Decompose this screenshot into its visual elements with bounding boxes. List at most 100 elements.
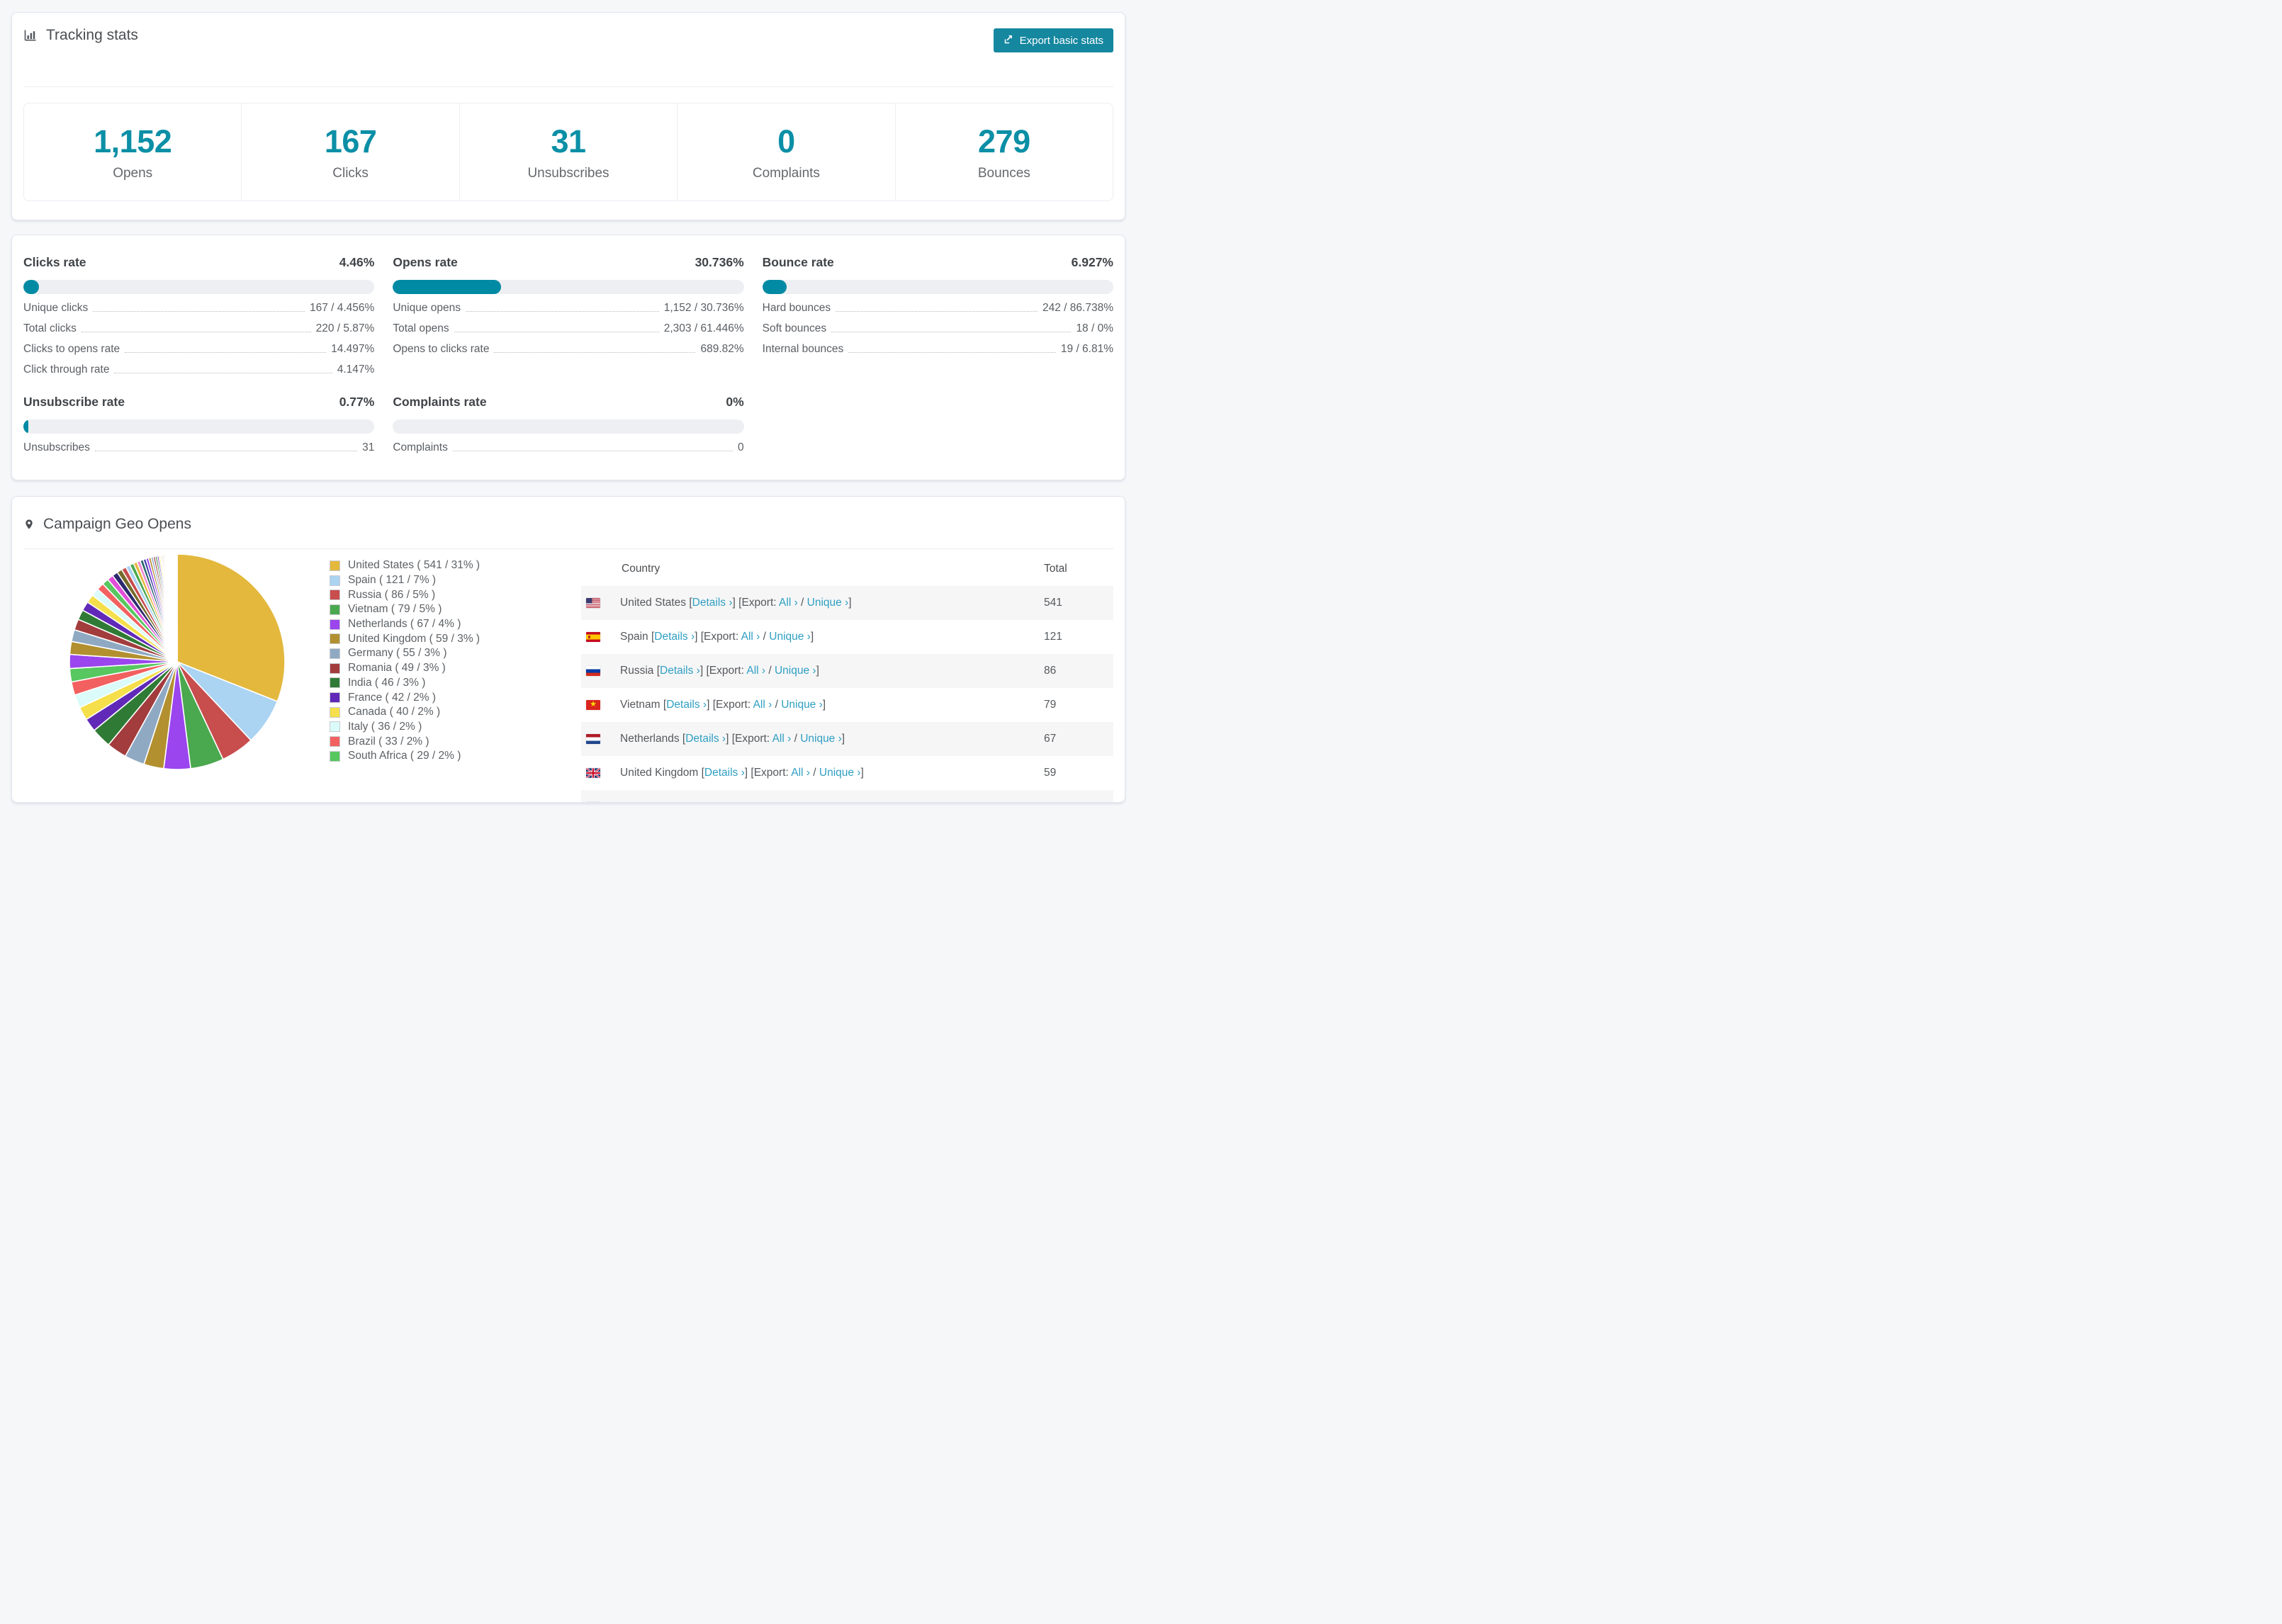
summary-stat-unsubscribes: 31 Unsubscribes xyxy=(459,103,677,201)
rate-detail-value: 31 xyxy=(362,441,375,453)
legend-item-romania: Romania ( 49 / 3% ) xyxy=(330,661,581,676)
rate-detail-row: Unsubscribes 31 xyxy=(23,441,374,454)
export-unique-link[interactable]: Unique › xyxy=(800,733,842,745)
complaints-rate-rows: Complaints 0 xyxy=(393,441,743,454)
legend-label: United Kingdom ( 59 / 3% ) xyxy=(348,632,480,645)
export-unique-link[interactable]: Unique › xyxy=(775,665,816,677)
export-all-link[interactable]: All › xyxy=(779,597,798,609)
country-cell-text: Vietnam [Details ›] [Export: All › / Uni… xyxy=(620,699,826,711)
geo-table-row: Netherlands [Details ›] [Export: All › /… xyxy=(581,722,1113,756)
geo-table-row: United Kingdom [Details ›] [Export: All … xyxy=(581,756,1113,790)
rate-detail-value: 689.82% xyxy=(700,343,744,355)
rates-card: Clicks rate 4.46% Unique clicks 167 / 4.456… xyxy=(11,235,1125,480)
rate-progress-track xyxy=(393,280,744,294)
details-link[interactable]: Details › xyxy=(685,733,726,745)
complaints-rate-section: Complaints rate 0% Complaints 0 xyxy=(393,395,744,454)
dotted-leader xyxy=(466,311,659,312)
export-all-link[interactable]: All › xyxy=(772,733,792,745)
geo-table-total-cell: 79 xyxy=(1044,699,1057,711)
geo-table-row: ★ Vietnam [Details ›] [Export: All › / Un… xyxy=(581,688,1113,722)
geo-opens-title: Campaign Geo Opens xyxy=(23,516,191,533)
export-unique-link[interactable]: Unique › xyxy=(807,597,849,609)
tracking-stats-card: Tracking stats Export basic stats 1,152 O… xyxy=(11,12,1125,220)
rate-detail-label: Total opens xyxy=(393,322,449,334)
rate-detail-value: 2,303 / 61.446% xyxy=(663,322,744,334)
rate-title: Opens rate xyxy=(393,255,458,269)
legend-item-united-states: United States ( 541 / 31% ) xyxy=(330,558,581,573)
slash: / xyxy=(765,665,775,677)
legend-item-spain: Spain ( 121 / 7% ) xyxy=(330,573,581,588)
rate-detail-label: Hard bounces xyxy=(762,302,831,314)
export-all-link[interactable]: All › xyxy=(741,631,760,643)
rates-grid: Clicks rate 4.46% Unique clicks 167 / 4.456… xyxy=(23,255,1113,454)
dashboard-page: Tracking stats Export basic stats 1,152 O… xyxy=(0,0,1141,803)
slash: / xyxy=(772,699,782,711)
summary-stat-value: 167 xyxy=(324,123,377,159)
bracket: ] xyxy=(816,665,819,677)
country-name: United Kingdom xyxy=(620,767,702,779)
geo-table-total-cell: 86 xyxy=(1044,665,1057,677)
rate-detail-row: Complaints 0 xyxy=(393,441,743,454)
rate-detail-label: Clicks to opens rate xyxy=(23,343,120,355)
country-cell-text: United Kingdom [Details ›] [Export: All … xyxy=(620,767,864,779)
legend-item-india: India ( 46 / 3% ) xyxy=(330,676,581,691)
export-basic-stats-button[interactable]: Export basic stats xyxy=(993,28,1113,52)
summary-stat-label: Clicks xyxy=(332,165,369,181)
summary-stat-clicks: 167 Clicks xyxy=(241,103,459,201)
summary-stat-bounces: 279 Bounces xyxy=(894,103,1113,201)
opens-rate-head: Opens rate 30.736% xyxy=(393,255,743,270)
export-all-link[interactable]: All › xyxy=(746,665,765,677)
legend-item-netherlands: Netherlands ( 67 / 4% ) xyxy=(330,617,581,632)
dotted-leader xyxy=(848,352,1056,353)
summary-stat-label: Unsubscribes xyxy=(527,165,609,181)
export-unique-link[interactable]: Unique › xyxy=(781,699,823,711)
bracket: ] xyxy=(695,631,701,643)
bracket: ] xyxy=(822,699,826,711)
country-name: Russia xyxy=(620,665,657,677)
export-all-link[interactable]: All › xyxy=(753,699,772,711)
legend-label: Germany ( 55 / 3% ) xyxy=(348,647,447,660)
details-link[interactable]: Details › xyxy=(666,699,707,711)
rate-detail-row: Hard bounces 242 / 86.738% xyxy=(763,301,1113,315)
export-label: [Export: xyxy=(712,699,753,711)
rate-progress-track xyxy=(393,419,744,434)
geo-pie-wrap xyxy=(23,552,330,802)
rate-progress-fill xyxy=(393,280,501,294)
rate-value: 0% xyxy=(726,395,744,409)
slash: / xyxy=(760,631,770,643)
details-link[interactable]: Details › xyxy=(704,767,745,779)
rate-detail-label: Opens to clicks rate xyxy=(393,343,490,355)
geo-pie-legend: United States ( 541 / 31% ) Spain ( 121 /… xyxy=(330,558,581,802)
bracket: ] xyxy=(732,597,739,609)
geo-table-country-cell: ★ Vietnam [Details ›] [Export: All › / Un… xyxy=(586,699,1044,711)
country-name: Vietnam xyxy=(620,699,663,711)
tracking-stats-title-text: Tracking stats xyxy=(46,27,138,43)
export-all-link[interactable]: All › xyxy=(791,767,810,779)
rate-detail-value: 0 xyxy=(738,441,744,453)
export-label: [Export: xyxy=(706,665,747,677)
details-link[interactable]: Details › xyxy=(660,665,700,677)
bar-chart-icon xyxy=(23,28,38,43)
details-link[interactable]: Details › xyxy=(692,597,733,609)
complaints-rate-head: Complaints rate 0% xyxy=(393,395,743,410)
details-link[interactable]: Details › xyxy=(654,631,695,643)
summary-stat-label: Opens xyxy=(113,165,153,181)
geo-opens-header: Campaign Geo Opens xyxy=(23,497,1113,549)
geo-opens-title-text: Campaign Geo Opens xyxy=(43,515,191,532)
legend-item-brazil: Brazil ( 33 / 2% ) xyxy=(330,734,581,749)
rate-detail-value: 1,152 / 30.736% xyxy=(663,302,744,314)
legend-swatch xyxy=(330,692,340,704)
export-unique-link[interactable]: Unique › xyxy=(819,767,861,779)
rate-title: Bounce rate xyxy=(762,255,834,269)
export-unique-link[interactable]: Unique › xyxy=(769,631,811,643)
bracket: ] xyxy=(810,631,814,643)
summary-stat-complaints: 0 Complaints xyxy=(677,103,894,201)
clicks-rate-head: Clicks rate 4.46% xyxy=(23,255,374,270)
legend-item-germany: Germany ( 55 / 3% ) xyxy=(330,646,581,661)
export-label: [Export: xyxy=(731,733,772,745)
summary-stat-value: 279 xyxy=(978,123,1030,159)
legend-item-vietnam: Vietnam ( 79 / 5% ) xyxy=(330,602,581,617)
country-cell-text: United States [Details ›] [Export: All ›… xyxy=(620,597,852,609)
legend-item-russia: Russia ( 86 / 5% ) xyxy=(330,587,581,602)
rate-detail-value: 19 / 6.81% xyxy=(1060,343,1113,355)
